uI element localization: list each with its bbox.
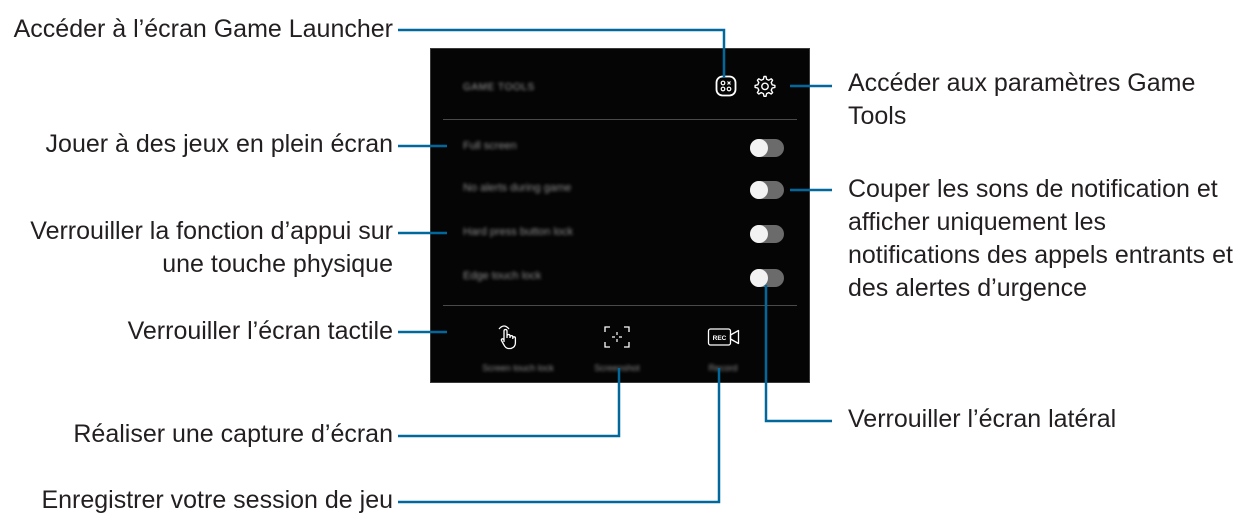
callout-hard-press-line1: Verrouiller la fonction d’appui sur (30, 217, 393, 245)
callout-screenshot: Réaliser une capture d’écran (73, 420, 393, 448)
callout-no-alerts-line2: afficher uniquement les (848, 208, 1107, 236)
option-label-no-alerts: No alerts during game (463, 182, 572, 194)
leader-record (398, 368, 721, 504)
gear-icon[interactable] (752, 74, 776, 98)
option-label-edge-lock: Edge touch lock (463, 270, 542, 282)
toggle-edge-lock[interactable] (750, 269, 784, 287)
callout-hard-press: Verrouiller la fonction d’appui sur une … (30, 215, 393, 281)
svg-text:REC: REC (713, 335, 727, 342)
toggle-no-alerts[interactable] (750, 181, 784, 199)
option-label-full-screen: Full screen (463, 140, 517, 152)
option-label-hard-press: Hard press button lock (463, 226, 574, 238)
rec-camera-icon: REC (707, 327, 741, 347)
callout-no-alerts-line3: notifications des appels entrants et (848, 241, 1233, 269)
panel-title: GAME TOOLS (463, 82, 535, 93)
callout-no-alerts-line1: Couper les sons de notification et (848, 175, 1218, 203)
game-tools-panel: GAME TOOLS Full screen No alerts during … (430, 48, 810, 383)
game-launcher-icon[interactable] (715, 75, 737, 97)
bottom-divider (443, 305, 797, 306)
callout-record: Enregistrer votre session de jeu (41, 486, 393, 514)
callout-full-screen: Jouer à des jeux en plein écran (45, 130, 393, 158)
callout-no-alerts: Couper les sons de notification et affic… (848, 173, 1233, 305)
callout-touch-lock: Verrouiller l’écran tactile (127, 317, 393, 345)
screenshot-label: Screenshot (594, 363, 640, 373)
record-label: Record (708, 363, 738, 373)
screenshot-frame-icon (603, 325, 631, 349)
toggle-hard-press[interactable] (750, 225, 784, 243)
callout-settings: Accéder aux paramètres Game Tools (848, 67, 1195, 133)
callout-no-alerts-line4: des alertes d’urgence (848, 274, 1088, 302)
callout-edge-lock: Verrouiller l’écran latéral (848, 405, 1117, 433)
callout-game-launcher: Accéder à l’écran Game Launcher (13, 15, 393, 43)
callout-settings-line1: Accéder aux paramètres Game (848, 69, 1196, 97)
callout-settings-line2: Tools (848, 102, 907, 130)
touch-hand-icon (495, 321, 525, 351)
toggle-full-screen[interactable] (750, 139, 784, 157)
top-divider (443, 119, 797, 120)
callout-hard-press-line2: une touche physique (162, 250, 393, 278)
touch-lock-label: Screen touch lock (482, 363, 554, 373)
